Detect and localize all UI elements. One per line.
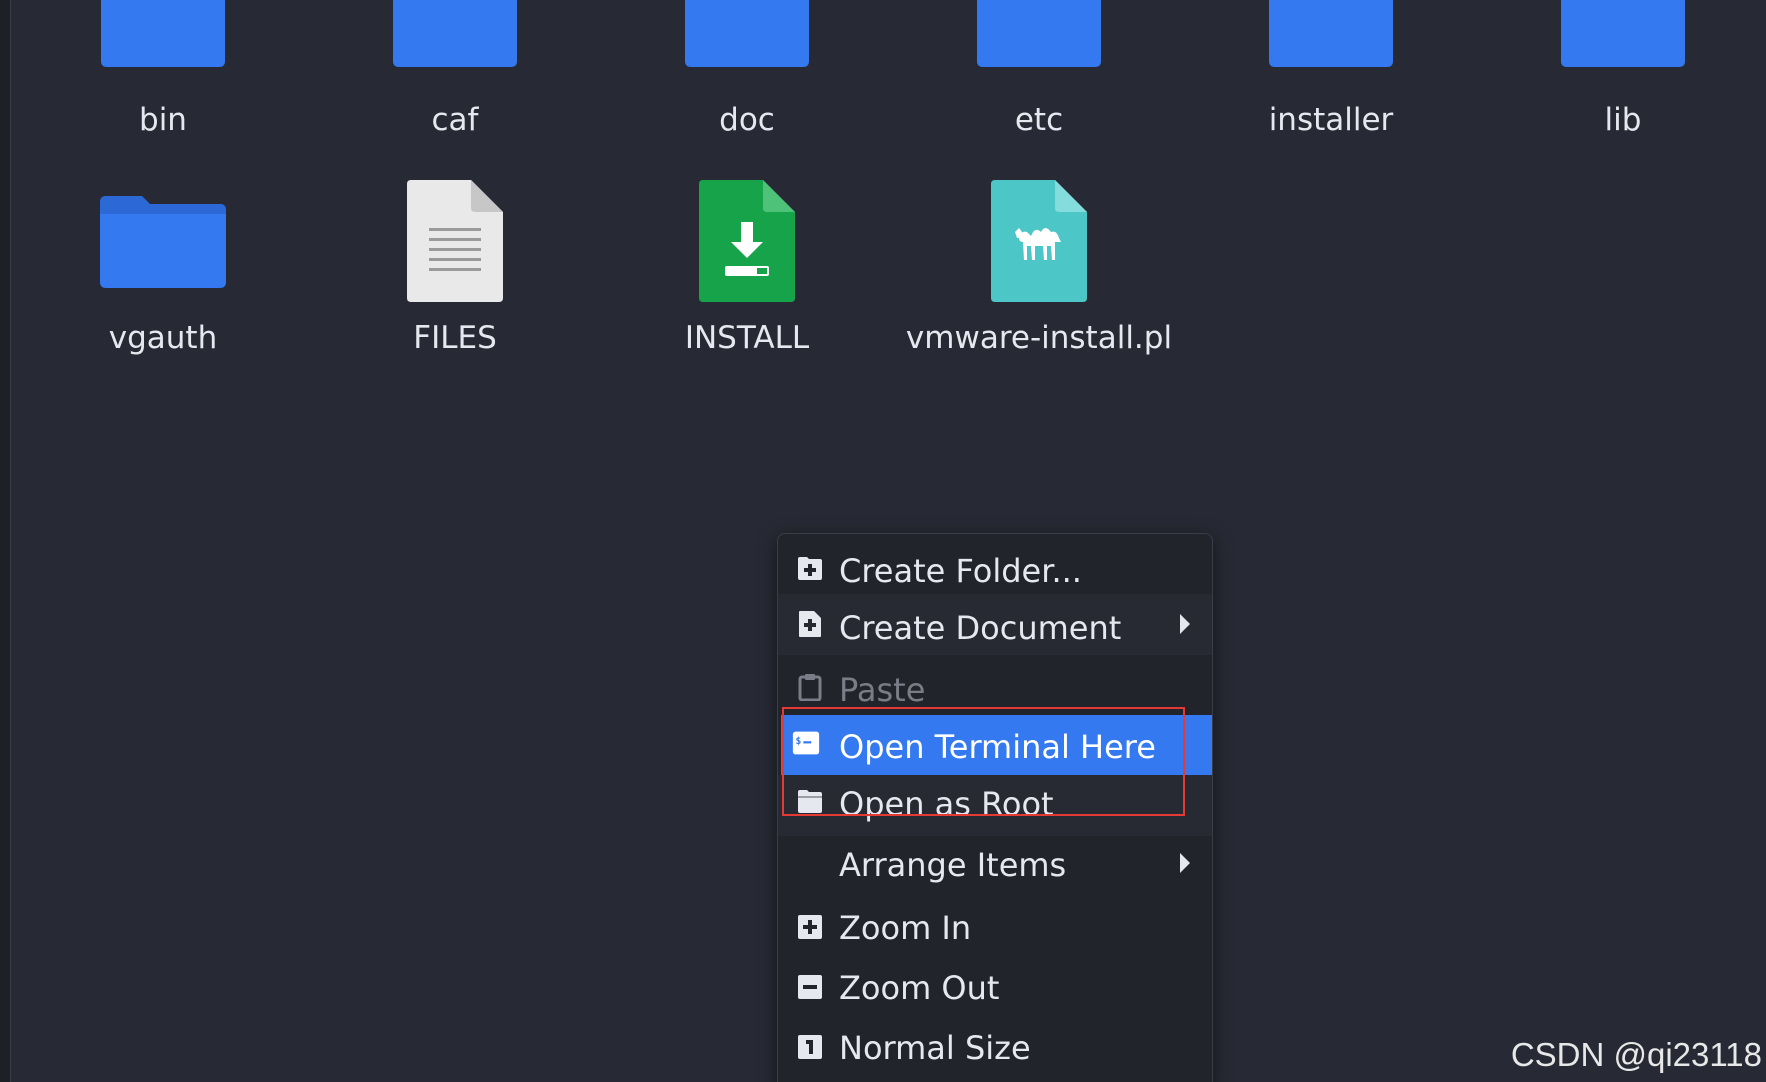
folder-root-icon xyxy=(798,790,822,813)
folder-add-icon xyxy=(798,557,822,580)
file-label: etc xyxy=(1014,102,1064,138)
file-label: bin xyxy=(139,102,187,138)
file-item-files[interactable]: FILES xyxy=(309,180,601,370)
folder-icon xyxy=(1269,0,1393,67)
file-label: vmware-install.pl xyxy=(905,320,1173,356)
file-label: vgauth xyxy=(108,320,218,356)
folder-icon xyxy=(393,0,517,67)
menu-item-label: Zoom Out xyxy=(839,969,1000,1007)
submenu-arrow-icon xyxy=(1180,614,1190,634)
file-label: caf xyxy=(431,102,479,138)
file-item-etc[interactable]: etc xyxy=(893,0,1185,150)
file-item-vmware-install[interactable]: vmware-install.pl xyxy=(893,180,1185,370)
file-label: INSTALL xyxy=(684,320,810,356)
svg-text:$: $ xyxy=(796,736,802,747)
menu-item-label: Create Folder... xyxy=(839,552,1082,590)
folder-icon xyxy=(977,0,1101,67)
menu-item-create-document[interactable]: Create Document xyxy=(778,594,1212,655)
menu-item-open-as-root[interactable]: Open as Root xyxy=(778,775,1212,836)
perl-script-icon xyxy=(991,180,1087,302)
file-item-doc[interactable]: doc xyxy=(601,0,893,150)
menu-item-normal-size[interactable]: Normal Size xyxy=(778,1017,1212,1077)
file-manager-view: bin caf doc etc installer lib vgauth FIL… xyxy=(0,0,1766,1082)
menu-item-arrange-items[interactable]: Arrange Items xyxy=(778,836,1212,897)
menu-item-label: Arrange Items xyxy=(839,846,1067,884)
file-item-caf[interactable]: caf xyxy=(309,0,601,150)
install-package-icon xyxy=(699,180,795,302)
menu-item-label: Open as Root xyxy=(839,785,1054,823)
file-item-installer[interactable]: installer xyxy=(1185,0,1477,150)
file-label: FILES xyxy=(413,320,497,356)
menu-item-label: Zoom In xyxy=(839,909,972,947)
text-file-icon xyxy=(407,180,503,302)
file-label: installer xyxy=(1268,102,1394,138)
zoom-in-icon xyxy=(798,915,822,939)
menu-item-zoom-in[interactable]: Zoom In xyxy=(778,897,1212,957)
menu-item-open-terminal-here[interactable]: $ Open Terminal Here xyxy=(781,715,1212,775)
file-item-lib[interactable]: lib xyxy=(1477,0,1766,150)
file-label: lib xyxy=(1604,102,1642,138)
file-item-bin[interactable]: bin xyxy=(17,0,309,150)
submenu-arrow-icon xyxy=(1180,853,1190,873)
file-label: doc xyxy=(719,102,775,138)
menu-item-paste[interactable]: Paste xyxy=(778,655,1212,715)
document-add-icon xyxy=(799,611,821,637)
menu-item-label: Paste xyxy=(839,671,926,709)
menu-item-zoom-out[interactable]: Zoom Out xyxy=(778,957,1212,1017)
clipboard-icon xyxy=(798,674,822,701)
watermark: CSDN @qi23118 xyxy=(1510,1036,1762,1073)
zoom-out-icon xyxy=(798,975,822,999)
folder-icon xyxy=(101,0,225,67)
folder-icon xyxy=(100,196,226,288)
folder-icon xyxy=(1561,0,1685,67)
terminal-icon: $ xyxy=(792,731,820,755)
menu-item-label: Open Terminal Here xyxy=(839,728,1156,766)
menu-item-label: Normal Size xyxy=(839,1029,1031,1067)
context-menu: Create Folder... Create Document Paste $ xyxy=(777,533,1213,1082)
sidebar-edge xyxy=(0,0,11,1082)
folder-icon xyxy=(685,0,809,67)
file-item-vgauth[interactable]: vgauth xyxy=(17,180,309,370)
menu-item-label: Create Document xyxy=(839,609,1122,647)
menu-item-create-folder[interactable]: Create Folder... xyxy=(778,534,1212,594)
normal-size-icon xyxy=(798,1035,822,1059)
file-item-install[interactable]: INSTALL xyxy=(601,180,893,370)
